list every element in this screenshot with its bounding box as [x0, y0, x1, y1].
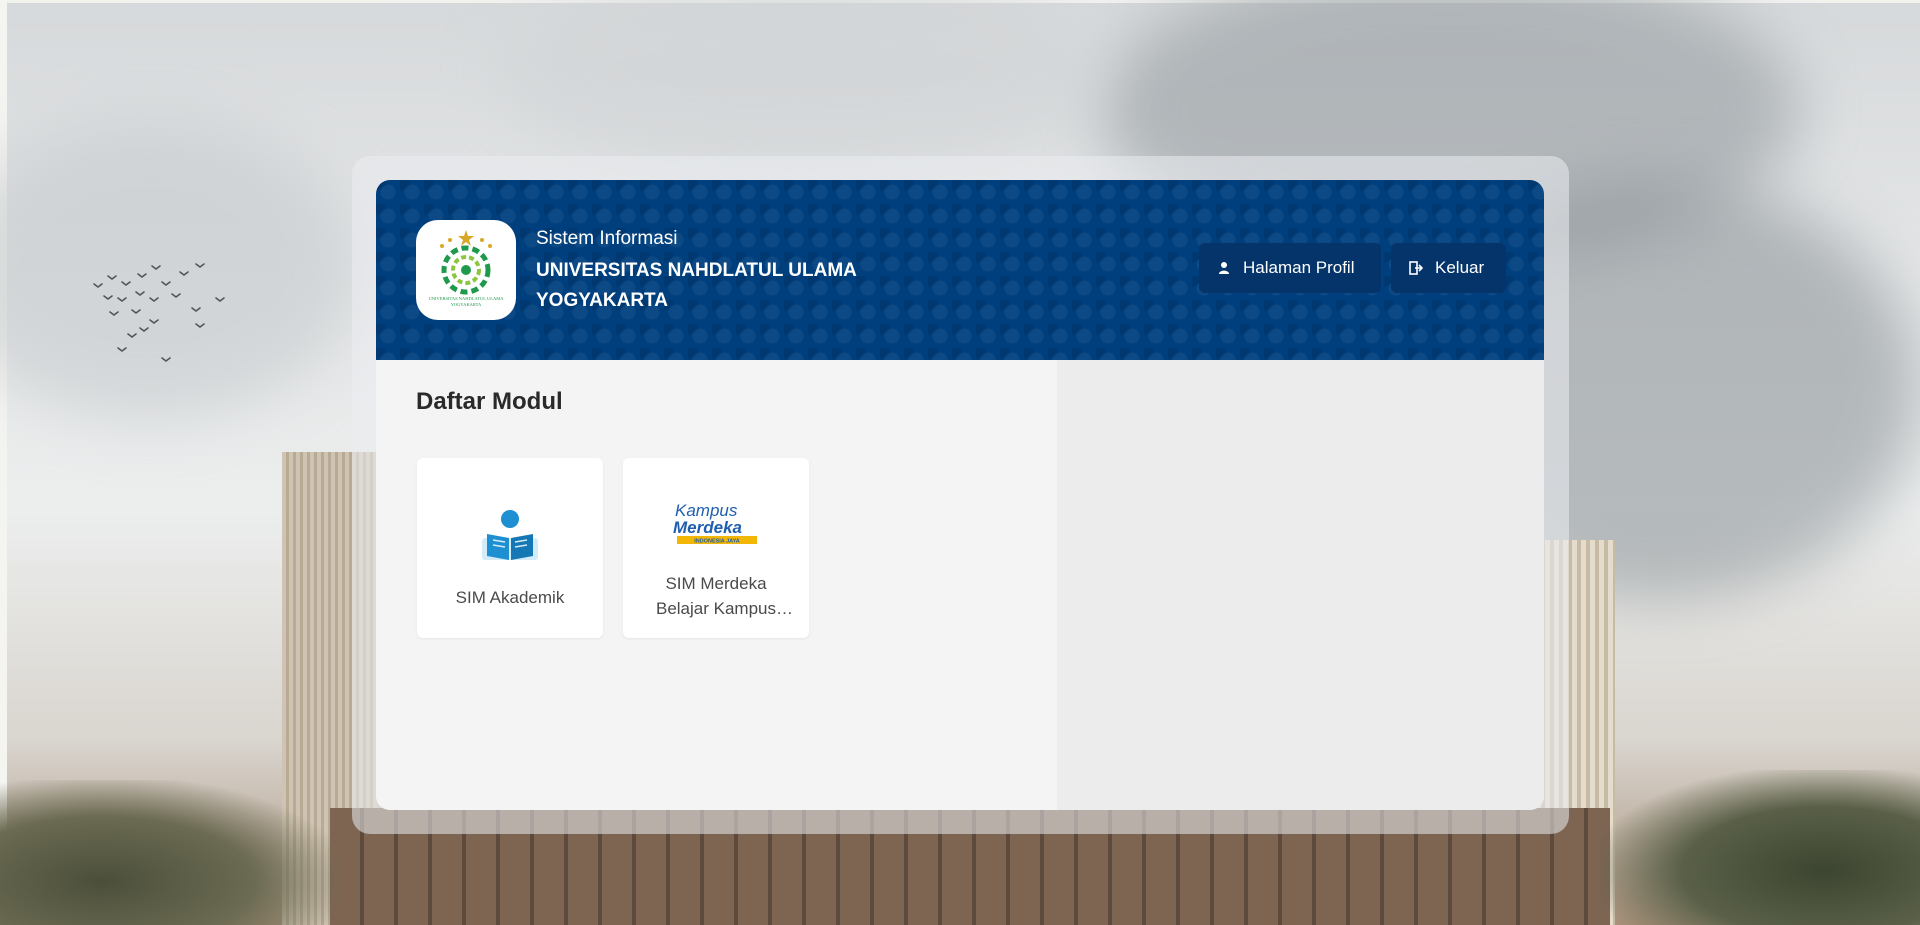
org-title: UNIVERSITAS NAHDLATUL ULAMA YOGYAKARTA — [536, 260, 857, 311]
svg-text:INDONESIA JAYA: INDONESIA JAYA — [694, 539, 740, 545]
university-logo: UNIVERSITAS NAHDLATUL ULAMA YOGYAKARTA — [416, 220, 516, 320]
svg-text:YOGYAKARTA: YOGYAKARTA — [451, 302, 482, 307]
card-header: UNIVERSITAS NAHDLATUL ULAMA YOGYAKARTA S… — [376, 180, 1544, 360]
sign-out-icon — [1409, 261, 1423, 275]
side-panel — [1057, 360, 1544, 810]
svg-text:UNIVERSITAS NAHDLATUL ULAMA: UNIVERSITAS NAHDLATUL ULAMA — [429, 296, 505, 301]
org-subtitle: Sistem Informasi — [536, 228, 678, 249]
module-card-sim-mbkm[interactable]: Kampus Merdeka INDONESIA JAYA SIM Merdek… — [623, 458, 809, 638]
trees-left — [0, 780, 340, 925]
nu-emblem-icon: UNIVERSITAS NAHDLATUL ULAMA YOGYAKARTA — [429, 230, 505, 307]
logout-button[interactable]: Keluar — [1391, 243, 1506, 293]
module-card-sim-akademik[interactable]: SIM Akademik — [417, 458, 603, 638]
user-icon — [1219, 262, 1229, 274]
module-label: SIM Merdeka Belajar Kampus Merdeka — [655, 574, 776, 618]
section-title: Daftar Modul — [416, 388, 563, 415]
svg-text:Merdeka: Merdeka — [673, 518, 742, 537]
logout-button-label: Keluar — [1435, 258, 1485, 277]
trees-right — [1600, 770, 1920, 925]
profile-button[interactable]: Halaman Profil — [1199, 243, 1381, 293]
cloud — [500, 0, 1100, 170]
kampus-merdeka-logo: Kampus Merdeka INDONESIA JAYA — [673, 501, 757, 545]
main-card: UNIVERSITAS NAHDLATUL ULAMA YOGYAKARTA S… — [376, 180, 1544, 810]
profile-button-label: Halaman Profil — [1243, 258, 1355, 277]
module-label: SIM Akademik — [455, 588, 565, 607]
birds-icon — [93, 263, 225, 362]
reading-person-icon — [482, 510, 538, 560]
